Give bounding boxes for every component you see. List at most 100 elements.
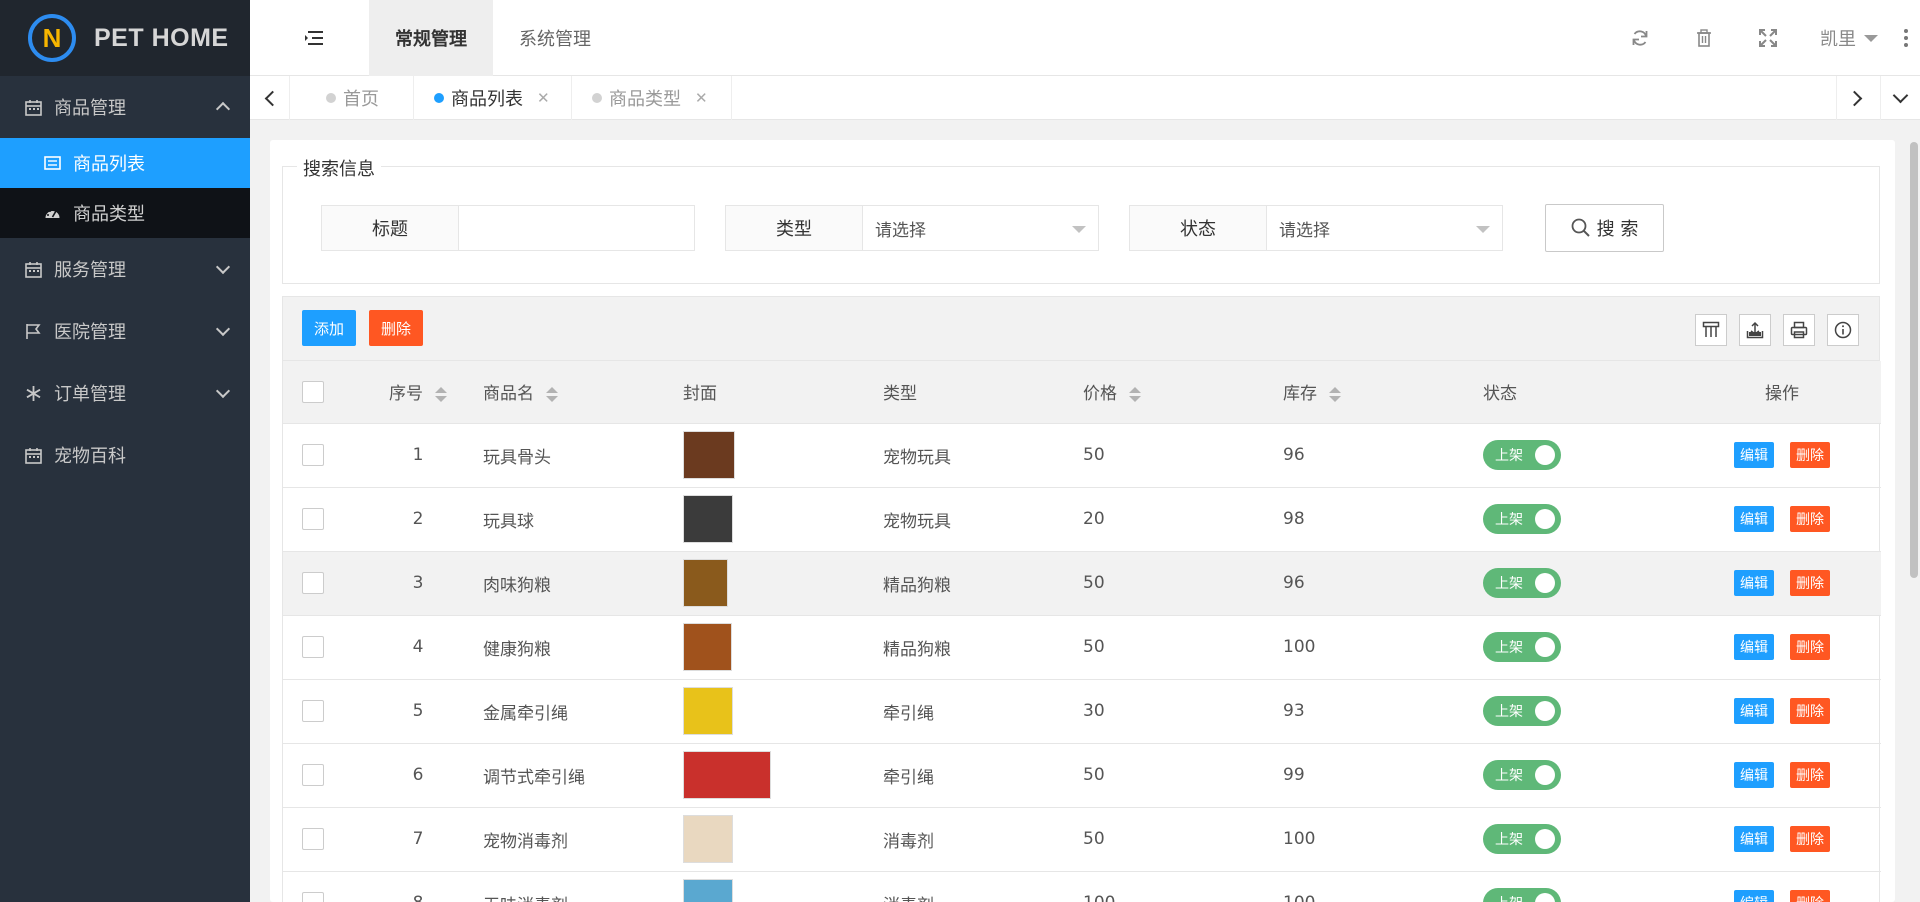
scrollbar-thumb[interactable] <box>1910 142 1918 578</box>
table-row[interactable]: 8无味消毒剂消毒剂100100上架编辑删除 <box>283 871 1881 902</box>
more-vertical-icon[interactable] <box>1892 0 1920 76</box>
sort-icon[interactable] <box>546 386 558 402</box>
sort-icon[interactable] <box>435 386 447 402</box>
type-select[interactable]: 请选择 <box>863 206 1098 250</box>
select-all-checkbox[interactable] <box>302 380 324 403</box>
column-header-name[interactable]: 商品名 <box>483 361 683 424</box>
tabs-scroll-left-icon[interactable] <box>250 76 290 120</box>
status-toggle[interactable]: 上架 <box>1483 440 1561 470</box>
refresh-icon[interactable] <box>1608 0 1672 76</box>
status-toggle[interactable]: 上架 <box>1483 632 1561 662</box>
table-row[interactable]: 4 健康狗粮 精品狗粮 50 100 上架 编辑 删除 <box>283 615 1881 680</box>
table-row[interactable]: 5 金属牵引绳 牵引绳 30 93 上架 编辑 删除 <box>283 679 1881 744</box>
row-delete-button[interactable]: 删除 <box>1790 570 1830 596</box>
tab-system-management[interactable]: 系统管理 <box>493 0 617 76</box>
column-header-id[interactable]: 序号 <box>353 361 483 424</box>
status-toggle[interactable]: 上架 <box>1483 888 1561 902</box>
tabs-menu-chevron-down-icon[interactable] <box>1880 76 1920 120</box>
cover-image[interactable] <box>683 751 771 799</box>
edit-button[interactable]: 编辑 <box>1734 826 1774 852</box>
export-icon[interactable] <box>1739 314 1771 346</box>
edit-button[interactable]: 编辑 <box>1734 698 1774 724</box>
sort-icon[interactable] <box>1329 386 1341 402</box>
row-delete-button[interactable]: 删除 <box>1790 698 1830 724</box>
row-checkbox[interactable] <box>302 700 324 722</box>
sort-icon[interactable] <box>1129 386 1141 402</box>
column-header-stock[interactable]: 库存 <box>1283 361 1483 424</box>
sidebar-item-goods-type[interactable]: 商品类型 <box>0 188 250 238</box>
page-tab-goods-list[interactable]: 商品列表 ✕ <box>414 76 572 120</box>
columns-filter-icon[interactable] <box>1695 314 1727 346</box>
page-tab-goods-type[interactable]: 商品类型 ✕ <box>572 76 732 120</box>
row-checkbox[interactable] <box>302 444 324 466</box>
search-button[interactable]: 搜 索 <box>1545 204 1664 252</box>
row-checkbox[interactable] <box>302 764 324 786</box>
add-button[interactable]: 添加 <box>302 310 357 346</box>
sidebar-item-goods-management[interactable]: 商品管理 <box>0 76 250 138</box>
close-icon[interactable]: ✕ <box>537 89 550 107</box>
edit-button[interactable]: 编辑 <box>1734 634 1774 660</box>
status-toggle-label: 上架 <box>1495 704 1523 720</box>
table-row[interactable]: 3 肉味狗粮 精品狗粮 50 96 上架 编辑 删除 <box>283 551 1881 616</box>
status-toggle[interactable]: 上架 <box>1483 696 1561 726</box>
info-icon[interactable] <box>1827 314 1859 346</box>
cover-image[interactable] <box>683 495 733 543</box>
cover-image[interactable] <box>683 879 733 902</box>
edit-button[interactable]: 编辑 <box>1734 890 1774 902</box>
cover-image[interactable] <box>683 431 735 479</box>
sidebar-item-hospital-management[interactable]: 医院管理 <box>0 300 250 362</box>
tab-regular-management[interactable]: 常规管理 <box>369 0 493 76</box>
edit-button[interactable]: 编辑 <box>1734 506 1774 532</box>
table-row[interactable]: 1 玩具骨头 宠物玩具 50 96 上架 编辑 删除 <box>283 423 1881 488</box>
cover-image[interactable] <box>683 687 733 735</box>
row-checkbox[interactable] <box>302 892 324 902</box>
print-icon[interactable] <box>1783 314 1815 346</box>
status-select[interactable]: 请选择 <box>1267 206 1502 250</box>
row-delete-button[interactable]: 删除 <box>1790 442 1830 468</box>
menu-toggle-icon[interactable] <box>304 30 324 51</box>
row-checkbox[interactable] <box>302 828 324 850</box>
cell-cover <box>683 743 883 808</box>
row-checkbox[interactable] <box>302 572 324 594</box>
trash-icon[interactable] <box>1672 0 1736 76</box>
status-toggle[interactable]: 上架 <box>1483 760 1561 790</box>
status-toggle[interactable]: 上架 <box>1483 504 1561 534</box>
row-delete-button[interactable]: 删除 <box>1790 762 1830 788</box>
row-delete-button[interactable]: 删除 <box>1790 890 1830 902</box>
row-checkbox[interactable] <box>302 508 324 530</box>
title-form-item: 标题 <box>321 205 695 251</box>
row-delete-button[interactable]: 删除 <box>1790 506 1830 532</box>
chevron-down-icon <box>215 383 231 398</box>
sidebar-item-pet-encyclopedia[interactable]: 宠物百科 <box>0 424 250 486</box>
sidebar-item-goods-list[interactable]: 商品列表 <box>0 138 250 188</box>
cell-id: 6 <box>353 743 483 808</box>
row-checkbox[interactable] <box>302 636 324 658</box>
fullscreen-icon[interactable] <box>1736 0 1800 76</box>
sidebar-item-order-management[interactable]: 订单管理 <box>0 362 250 424</box>
row-delete-button[interactable]: 删除 <box>1790 634 1830 660</box>
table-row[interactable]: 2 玩具球 宠物玩具 20 98 上架 编辑 删除 <box>283 487 1881 552</box>
cell-price: 30 <box>1083 679 1283 744</box>
delete-button[interactable]: 删除 <box>369 310 424 346</box>
sidebar-item-service-management[interactable]: 服务管理 <box>0 238 250 300</box>
cover-image[interactable] <box>683 623 732 671</box>
close-icon[interactable]: ✕ <box>695 89 708 107</box>
table-row[interactable]: 6 调节式牵引绳 牵引绳 50 99 上架 编辑 删除 <box>283 743 1881 808</box>
status-toggle[interactable]: 上架 <box>1483 824 1561 854</box>
status-toggle[interactable]: 上架 <box>1483 568 1561 598</box>
page-tab-home[interactable]: 首页 <box>290 76 414 120</box>
status-toggle-label: 上架 <box>1495 893 1523 902</box>
tabs-scroll-right-icon[interactable] <box>1836 76 1876 120</box>
column-header-price[interactable]: 价格 <box>1083 361 1283 424</box>
cover-image[interactable] <box>683 559 728 607</box>
edit-button[interactable]: 编辑 <box>1734 570 1774 596</box>
edit-button[interactable]: 编辑 <box>1734 442 1774 468</box>
table-row[interactable]: 7 宠物消毒剂 消毒剂 50 100 上架 编辑 删除 <box>283 807 1881 872</box>
title-input[interactable] <box>459 206 694 250</box>
row-delete-button[interactable]: 删除 <box>1790 826 1830 852</box>
logo[interactable]: N PET HOME <box>0 0 250 76</box>
cover-image[interactable] <box>683 815 733 863</box>
user-menu[interactable]: 凯里 <box>1800 0 1892 76</box>
page-scrollbar[interactable] <box>1908 140 1920 902</box>
edit-button[interactable]: 编辑 <box>1734 762 1774 788</box>
